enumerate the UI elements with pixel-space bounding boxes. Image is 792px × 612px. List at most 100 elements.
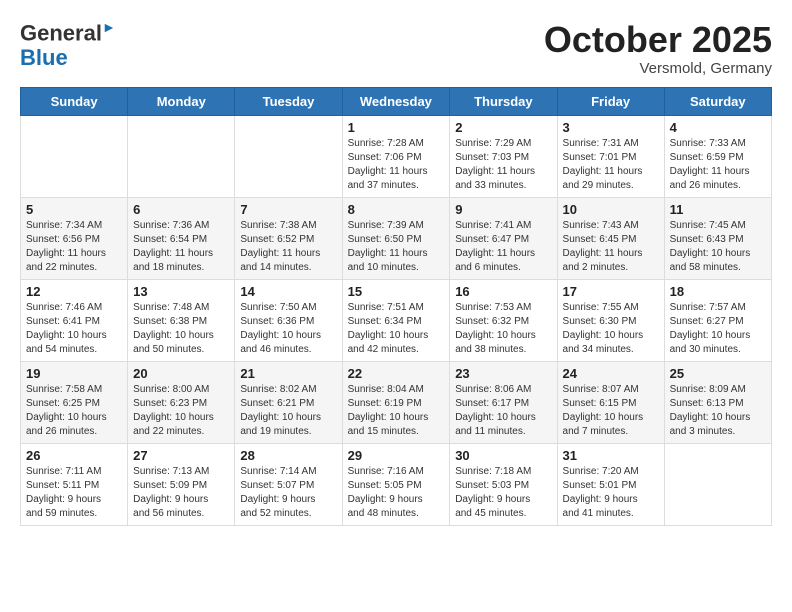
calendar-cell: 20 Sunrise: 8:00 AM Sunset: 6:23 PM Dayli…	[128, 361, 235, 443]
calendar-week-row: 12Sunrise: 7:46 AM Sunset: 6:41 PM Dayli…	[21, 279, 772, 361]
calendar-week-row: 5 Sunrise: 7:34 AM Sunset: 6:56 PM Daylig…	[21, 197, 772, 279]
calendar-week-row: 26 Sunrise: 7:11 AM Sunset: 5:11 PM Dayli…	[21, 443, 772, 525]
day-number: 16	[455, 284, 551, 299]
calendar-cell: 14Sunrise: 7:50 AM Sunset: 6:36 PM Dayli…	[235, 279, 342, 361]
day-info: Sunrise: 7:34 AM Sunset: 6:56 PM Dayligh…	[26, 219, 122, 275]
day-number: 10	[563, 202, 659, 217]
day-info: Sunrise: 7:50 AM Sunset: 6:36 PM Dayligh…	[240, 301, 336, 357]
day-number: 5	[26, 202, 122, 217]
day-info: Sunrise: 8:00 AM Sunset: 6:23 PM Dayligh…	[133, 383, 229, 439]
location: Versmold, Germany	[544, 60, 772, 77]
calendar-cell: 30Sunrise: 7:18 AM Sunset: 5:03 PM Dayli…	[450, 443, 557, 525]
day-number: 30	[455, 448, 551, 463]
calendar-cell: 26 Sunrise: 7:11 AM Sunset: 5:11 PM Dayli…	[21, 443, 128, 525]
calendar-cell	[664, 443, 771, 525]
day-number: 4	[670, 120, 766, 135]
day-info: Sunrise: 7:13 AM Sunset: 5:09 PM Dayligh…	[133, 465, 229, 521]
calendar-cell: 28 Sunrise: 7:14 AM Sunset: 5:07 PM Dayli…	[235, 443, 342, 525]
calendar-cell	[128, 115, 235, 197]
day-info: Sunrise: 7:48 AM Sunset: 6:38 PM Dayligh…	[133, 301, 229, 357]
calendar-cell: 24 Sunrise: 8:07 AM Sunset: 6:15 PM Dayli…	[557, 361, 664, 443]
day-number: 22	[348, 366, 445, 381]
calendar-cell: 6Sunrise: 7:36 AM Sunset: 6:54 PM Daylig…	[128, 197, 235, 279]
calendar-cell	[21, 115, 128, 197]
logo: General► Blue	[20, 20, 116, 70]
day-info: Sunrise: 7:11 AM Sunset: 5:11 PM Dayligh…	[26, 465, 122, 521]
calendar-cell: 10 Sunrise: 7:43 AM Sunset: 6:45 PM Dayli…	[557, 197, 664, 279]
calendar-cell: 9 Sunrise: 7:41 AM Sunset: 6:47 PM Daylig…	[450, 197, 557, 279]
calendar-cell: 31 Sunrise: 7:20 AM Sunset: 5:01 PM Dayli…	[557, 443, 664, 525]
day-number: 20	[133, 366, 229, 381]
day-number: 13	[133, 284, 229, 299]
calendar-cell	[235, 115, 342, 197]
calendar-cell: 29 Sunrise: 7:16 AM Sunset: 5:05 PM Dayli…	[342, 443, 450, 525]
calendar-cell: 25 Sunrise: 8:09 AM Sunset: 6:13 PM Dayli…	[664, 361, 771, 443]
calendar-cell: 22 Sunrise: 8:04 AM Sunset: 6:19 PM Dayli…	[342, 361, 450, 443]
logo-blue: Blue	[20, 45, 68, 70]
calendar-cell: 19Sunrise: 7:58 AM Sunset: 6:25 PM Dayli…	[21, 361, 128, 443]
weekday-header: Thursday	[450, 87, 557, 115]
title-section: October 2025 Versmold, Germany	[544, 20, 772, 77]
calendar-cell: 27Sunrise: 7:13 AM Sunset: 5:09 PM Dayli…	[128, 443, 235, 525]
day-number: 9	[455, 202, 551, 217]
day-number: 28	[240, 448, 336, 463]
day-info: Sunrise: 7:20 AM Sunset: 5:01 PM Dayligh…	[563, 465, 659, 521]
day-number: 3	[563, 120, 659, 135]
day-number: 6	[133, 202, 229, 217]
calendar-cell: 18Sunrise: 7:57 AM Sunset: 6:27 PM Dayli…	[664, 279, 771, 361]
calendar-cell: 1Sunrise: 7:28 AM Sunset: 7:06 PM Daylig…	[342, 115, 450, 197]
day-number: 25	[670, 366, 766, 381]
calendar-cell: 4 Sunrise: 7:33 AM Sunset: 6:59 PM Daylig…	[664, 115, 771, 197]
calendar-cell: 8Sunrise: 7:39 AM Sunset: 6:50 PM Daylig…	[342, 197, 450, 279]
day-info: Sunrise: 7:16 AM Sunset: 5:05 PM Dayligh…	[348, 465, 445, 521]
calendar-cell: 12Sunrise: 7:46 AM Sunset: 6:41 PM Dayli…	[21, 279, 128, 361]
day-number: 2	[455, 120, 551, 135]
calendar-cell: 2 Sunrise: 7:29 AM Sunset: 7:03 PM Daylig…	[450, 115, 557, 197]
day-number: 7	[240, 202, 336, 217]
day-number: 21	[240, 366, 336, 381]
day-info: Sunrise: 7:33 AM Sunset: 6:59 PM Dayligh…	[670, 137, 766, 193]
day-info: Sunrise: 8:07 AM Sunset: 6:15 PM Dayligh…	[563, 383, 659, 439]
day-number: 26	[26, 448, 122, 463]
weekday-header: Monday	[128, 87, 235, 115]
weekday-header: Wednesday	[342, 87, 450, 115]
day-info: Sunrise: 8:04 AM Sunset: 6:19 PM Dayligh…	[348, 383, 445, 439]
day-info: Sunrise: 7:43 AM Sunset: 6:45 PM Dayligh…	[563, 219, 659, 275]
day-number: 18	[670, 284, 766, 299]
calendar-table: SundayMondayTuesdayWednesdayThursdayFrid…	[20, 87, 772, 526]
day-number: 24	[563, 366, 659, 381]
day-number: 29	[348, 448, 445, 463]
day-info: Sunrise: 7:31 AM Sunset: 7:01 PM Dayligh…	[563, 137, 659, 193]
calendar-cell: 17 Sunrise: 7:55 AM Sunset: 6:30 PM Dayli…	[557, 279, 664, 361]
weekday-header: Saturday	[664, 87, 771, 115]
day-number: 11	[670, 202, 766, 217]
day-info: Sunrise: 7:38 AM Sunset: 6:52 PM Dayligh…	[240, 219, 336, 275]
day-info: Sunrise: 7:41 AM Sunset: 6:47 PM Dayligh…	[455, 219, 551, 275]
calendar-cell: 7 Sunrise: 7:38 AM Sunset: 6:52 PM Daylig…	[235, 197, 342, 279]
calendar-header-row: SundayMondayTuesdayWednesdayThursdayFrid…	[21, 87, 772, 115]
calendar-cell: 15 Sunrise: 7:51 AM Sunset: 6:34 PM Dayli…	[342, 279, 450, 361]
day-info: Sunrise: 7:51 AM Sunset: 6:34 PM Dayligh…	[348, 301, 445, 357]
day-info: Sunrise: 7:55 AM Sunset: 6:30 PM Dayligh…	[563, 301, 659, 357]
calendar-cell: 5 Sunrise: 7:34 AM Sunset: 6:56 PM Daylig…	[21, 197, 128, 279]
day-number: 31	[563, 448, 659, 463]
day-info: Sunrise: 7:58 AM Sunset: 6:25 PM Dayligh…	[26, 383, 122, 439]
day-number: 1	[348, 120, 445, 135]
day-info: Sunrise: 8:09 AM Sunset: 6:13 PM Dayligh…	[670, 383, 766, 439]
calendar-cell: 13 Sunrise: 7:48 AM Sunset: 6:38 PM Dayli…	[128, 279, 235, 361]
weekday-header: Tuesday	[235, 87, 342, 115]
day-info: Sunrise: 8:02 AM Sunset: 6:21 PM Dayligh…	[240, 383, 336, 439]
calendar-cell: 3 Sunrise: 7:31 AM Sunset: 7:01 PM Daylig…	[557, 115, 664, 197]
month-title: October 2025	[544, 20, 772, 60]
calendar-week-row: 19Sunrise: 7:58 AM Sunset: 6:25 PM Dayli…	[21, 361, 772, 443]
calendar-cell: 23Sunrise: 8:06 AM Sunset: 6:17 PM Dayli…	[450, 361, 557, 443]
day-number: 12	[26, 284, 122, 299]
logo-general: General	[20, 20, 102, 45]
day-info: Sunrise: 7:53 AM Sunset: 6:32 PM Dayligh…	[455, 301, 551, 357]
day-number: 15	[348, 284, 445, 299]
calendar-week-row: 1Sunrise: 7:28 AM Sunset: 7:06 PM Daylig…	[21, 115, 772, 197]
day-number: 17	[563, 284, 659, 299]
day-info: Sunrise: 7:14 AM Sunset: 5:07 PM Dayligh…	[240, 465, 336, 521]
day-info: Sunrise: 7:29 AM Sunset: 7:03 PM Dayligh…	[455, 137, 551, 193]
page-header: General► Blue October 2025 Versmold, Ger…	[20, 20, 772, 77]
